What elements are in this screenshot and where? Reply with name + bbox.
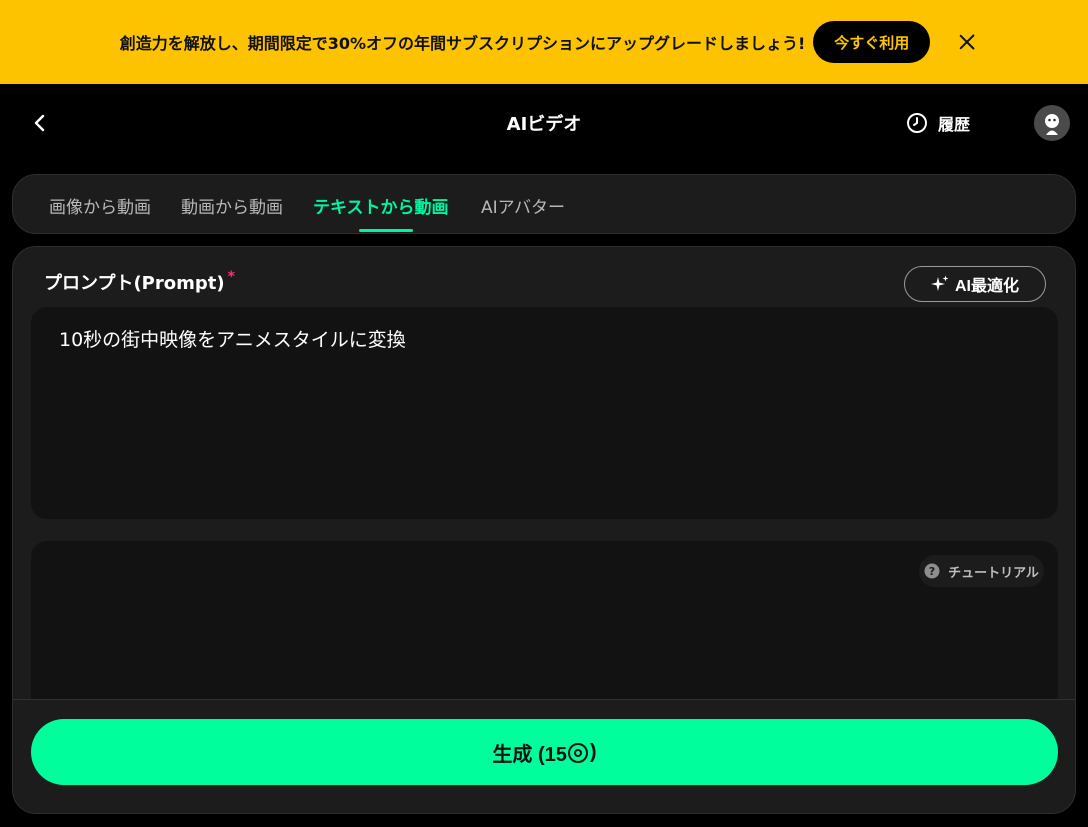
main-panel: プロンプト(Prompt) * AI最適化 10秒の街中映像をアニメスタイルに変換…: [12, 246, 1076, 814]
active-tab-indicator: [359, 229, 413, 232]
options-area: ? チュートリアル: [31, 541, 1058, 721]
tutorial-button[interactable]: ? チュートリアル: [919, 555, 1044, 587]
credit-icon: [567, 743, 588, 763]
promo-cta-button[interactable]: 今すぐ利用: [813, 21, 931, 63]
svg-text:?: ?: [929, 565, 935, 578]
tab-video-to-video[interactable]: 動画から動画: [181, 193, 283, 218]
prompt-label: プロンプト(Prompt) *: [44, 269, 235, 295]
mode-tabs: 画像から動画 動画から動画 テキストから動画 AIアバター: [12, 174, 1076, 234]
history-button[interactable]: 履歴: [906, 111, 970, 135]
prompt-label-text: プロンプト(Prompt): [44, 273, 225, 294]
history-label: 履歴: [938, 115, 971, 134]
tab-image-to-video[interactable]: 画像から動画: [49, 193, 151, 218]
tab-ai-avatar[interactable]: AIアバター: [481, 193, 565, 218]
prompt-textarea[interactable]: 10秒の街中映像をアニメスタイルに変換: [31, 307, 1058, 519]
close-icon[interactable]: [956, 31, 978, 53]
generate-button[interactable]: 生成 (15): [31, 719, 1058, 785]
promo-text: 創造力を解放し、期間限定で30%オフの年間サブスクリプションにアップグレードしま…: [119, 34, 806, 53]
question-icon: ?: [924, 563, 940, 579]
bottom-bar: 生成 (15): [13, 699, 1075, 813]
ai-optimize-label: AI最適化: [954, 278, 1019, 295]
generate-label-suffix: ): [589, 740, 597, 763]
ai-optimize-button[interactable]: AI最適化: [904, 266, 1046, 302]
avatar[interactable]: [1034, 105, 1070, 141]
app-header: AIビデオ 履歴: [0, 84, 1088, 162]
sparkle-icon: [930, 275, 949, 291]
tab-text-to-video[interactable]: テキストから動画: [313, 193, 449, 218]
promo-banner: 創造力を解放し、期間限定で30%オフの年間サブスクリプションにアップグレードしま…: [0, 0, 1088, 84]
clock-icon: [907, 113, 927, 133]
required-mark: *: [227, 269, 235, 285]
prompt-text: 10秒の街中映像をアニメスタイルに変換: [59, 329, 406, 351]
generate-label-prefix: 生成 (15: [492, 743, 567, 766]
user-avatar-icon: [1045, 114, 1059, 135]
tutorial-label: チュートリアル: [948, 565, 1039, 581]
